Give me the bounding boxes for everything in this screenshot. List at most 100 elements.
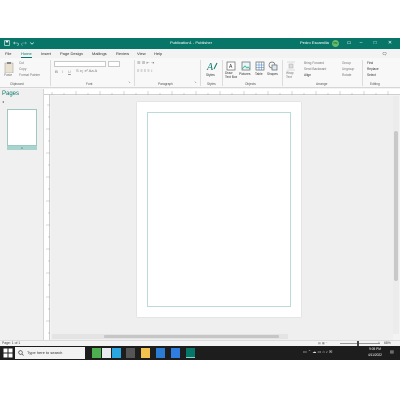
wrap-text-button[interactable]: Wrap Text bbox=[286, 71, 296, 79]
task-view-icon[interactable] bbox=[102, 348, 111, 358]
group-button[interactable]: Group bbox=[342, 61, 351, 65]
tab-home[interactable]: Home bbox=[21, 50, 32, 58]
cut-button[interactable]: Cut bbox=[19, 61, 24, 65]
comments-icon[interactable]: 🗨 bbox=[382, 50, 387, 57]
format-painter-button[interactable]: Format Painter bbox=[19, 73, 40, 77]
save-icon[interactable] bbox=[4, 40, 10, 46]
collapse-pane-icon[interactable]: ◂ bbox=[2, 100, 4, 104]
system-tray-icons[interactable]: ▭ ⌃ ☁ ▭ ⌂ ♪ ✉ bbox=[303, 350, 332, 354]
tab-insert[interactable]: Insert bbox=[41, 50, 51, 57]
file-explorer-icon[interactable] bbox=[141, 348, 150, 358]
horizontal-ruler[interactable] bbox=[44, 89, 400, 95]
taskbar-search-placeholder: Type here to search bbox=[27, 350, 63, 355]
ribbon: Paste Cut Copy Format Painter Clipboard … bbox=[0, 58, 400, 88]
minimize-button[interactable]: – bbox=[356, 39, 366, 48]
find-button[interactable]: Find bbox=[367, 61, 373, 65]
font-size-dropdown[interactable] bbox=[108, 61, 120, 67]
horizontal-scroll-thumb[interactable] bbox=[104, 335, 279, 338]
font-group-label: Font bbox=[86, 82, 93, 86]
bold-button[interactable]: B bbox=[55, 69, 58, 74]
replace-button[interactable]: Replace bbox=[367, 67, 379, 71]
ribbon-tabs: File Home Insert Page Design Mailings Re… bbox=[0, 49, 400, 58]
font-name-dropdown[interactable] bbox=[54, 61, 106, 67]
list-buttons[interactable]: ☰ ☰ ⇤ ⇥ bbox=[137, 61, 154, 65]
shapes-button[interactable]: Shapes bbox=[267, 72, 278, 76]
group-divider bbox=[134, 60, 135, 86]
page-thumbnail[interactable] bbox=[7, 109, 37, 146]
customize-quick-access-icon[interactable] bbox=[29, 40, 35, 46]
notifications-icon[interactable]: ▤ bbox=[390, 350, 394, 354]
taskbar-app-icon[interactable] bbox=[92, 348, 101, 358]
align-button[interactable]: Align bbox=[304, 73, 311, 77]
pictures-icon[interactable] bbox=[241, 61, 251, 71]
screen: Publication1 - Publisher Pedro Escamilla… bbox=[0, 0, 400, 400]
mail-icon[interactable] bbox=[126, 348, 135, 358]
zoom-slider[interactable] bbox=[340, 343, 380, 344]
shapes-icon[interactable] bbox=[268, 61, 278, 71]
tab-help[interactable]: Help bbox=[154, 50, 162, 57]
paste-icon[interactable] bbox=[4, 61, 14, 73]
redo-icon[interactable] bbox=[21, 40, 27, 46]
tab-page-design[interactable]: Page Design bbox=[60, 50, 83, 57]
workspace-canvas[interactable] bbox=[51, 96, 393, 340]
font-dialog-launcher-icon[interactable]: ↘ bbox=[128, 80, 131, 84]
windows-taskbar: Type here to search ▭ ⌃ ☁ ▭ ⌂ ♪ ✉ 9:05 P… bbox=[0, 346, 400, 360]
styles-button[interactable]: Styles bbox=[206, 73, 215, 77]
undo-icon[interactable] bbox=[13, 40, 19, 46]
tab-view[interactable]: View bbox=[137, 50, 146, 57]
restore-button[interactable]: □ bbox=[370, 39, 380, 48]
vertical-scroll-thumb[interactable] bbox=[394, 131, 398, 281]
pages-pane: Pages ◂ 1 bbox=[0, 89, 44, 340]
taskbar-search-box[interactable]: Type here to search bbox=[15, 347, 85, 359]
taskbar-clock[interactable]: 9:05 PM 4/11/2022 bbox=[362, 347, 388, 358]
alignment-buttons[interactable]: ≡ ≡ ≡ ≡ ↕ bbox=[137, 69, 153, 73]
vertical-ruler[interactable] bbox=[44, 95, 50, 340]
publication-page[interactable] bbox=[137, 102, 301, 317]
underline-button[interactable]: U bbox=[68, 69, 71, 74]
tab-file[interactable]: File bbox=[5, 50, 11, 57]
paragraph-group-label: Paragraph bbox=[158, 82, 173, 86]
margin-guides bbox=[147, 112, 291, 307]
document-title: Publication1 - Publisher bbox=[170, 40, 213, 45]
paragraph-dialog-launcher-icon[interactable]: ↘ bbox=[194, 80, 197, 84]
table-icon[interactable] bbox=[255, 61, 265, 71]
styles-icon[interactable]: A bbox=[206, 61, 218, 72]
send-backward-button[interactable]: Send Backward bbox=[304, 67, 326, 71]
publisher-window: Publication1 - Publisher Pedro Escamilla… bbox=[0, 38, 400, 346]
font-format-controls[interactable]: S x₂ x² Aa A bbox=[76, 69, 97, 73]
horizontal-scrollbar[interactable] bbox=[52, 334, 288, 339]
clipboard-group-label: Clipboard bbox=[10, 82, 24, 86]
search-icon bbox=[18, 350, 24, 356]
store-icon[interactable] bbox=[156, 348, 165, 358]
arrange-group-label: Arrange bbox=[316, 82, 328, 86]
close-button[interactable]: ✕ bbox=[385, 39, 395, 48]
tab-mailings[interactable]: Mailings bbox=[92, 50, 107, 57]
rotate-button[interactable]: Rotate bbox=[342, 73, 351, 77]
windows-start-icon[interactable] bbox=[3, 348, 13, 358]
publisher-icon[interactable] bbox=[186, 348, 195, 358]
ungroup-button[interactable]: Ungroup bbox=[342, 67, 354, 71]
word-icon[interactable] bbox=[171, 348, 180, 358]
edge-icon[interactable] bbox=[112, 348, 121, 358]
paste-button[interactable]: Paste bbox=[4, 73, 12, 77]
tab-review[interactable]: Review bbox=[116, 50, 129, 57]
ribbon-display-options-icon[interactable]: ▭ bbox=[344, 39, 354, 48]
draw-text-box-icon[interactable]: A bbox=[226, 61, 236, 71]
group-divider bbox=[50, 60, 51, 86]
italic-button[interactable]: I bbox=[62, 69, 63, 74]
bring-forward-button[interactable]: Bring Forward bbox=[304, 61, 324, 65]
table-button[interactable]: Table bbox=[255, 72, 263, 76]
wrap-text-icon[interactable] bbox=[286, 61, 296, 71]
avatar[interactable]: PE bbox=[332, 40, 339, 47]
vertical-scrollbar[interactable] bbox=[393, 96, 399, 334]
user-name[interactable]: Pedro Escamilla bbox=[300, 40, 329, 46]
group-divider bbox=[200, 60, 201, 86]
select-button[interactable]: Select bbox=[367, 73, 376, 77]
svg-text:A: A bbox=[206, 62, 214, 72]
copy-button[interactable]: Copy bbox=[19, 67, 26, 71]
pictures-button[interactable]: Pictures bbox=[239, 72, 251, 76]
objects-group-label: Objects bbox=[245, 82, 256, 86]
group-divider bbox=[362, 60, 363, 86]
draw-text-box-button[interactable]: Draw Text Box bbox=[225, 71, 239, 79]
clock-date: 4/11/2022 bbox=[368, 352, 382, 357]
